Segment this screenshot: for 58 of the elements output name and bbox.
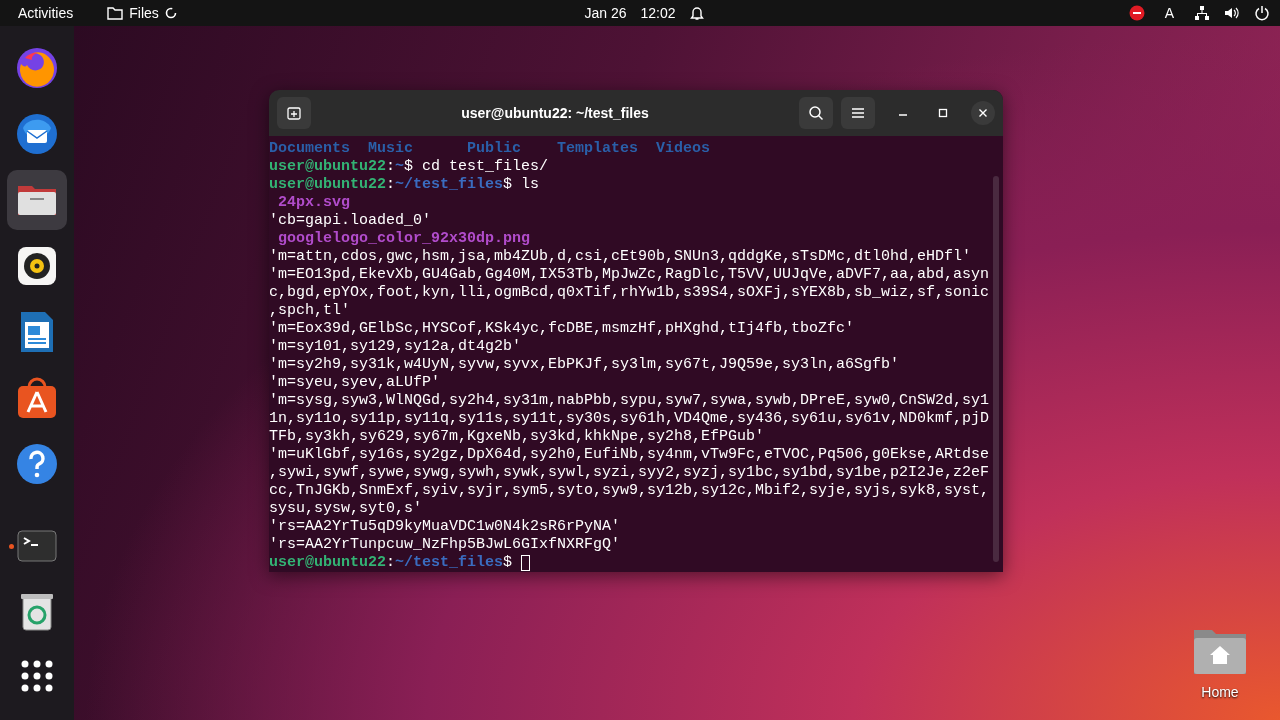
- output-line: 'rs=AA2YrTu5qD9kyMuaVDC1w0N4k2sR6rPyNA': [269, 518, 621, 536]
- file-name: 24px.svg: [277, 194, 350, 212]
- prompt-user: user@ubuntu22: [269, 176, 387, 194]
- clock-date[interactable]: Jan 26: [584, 5, 627, 21]
- search-button[interactable]: [799, 97, 833, 129]
- output-line: 'm=attn,cdos,gwc,hsm,jsa,mb4ZUb,d,csi,cEt90b,SNUn3,qddgKe,sTsDMc,dtl0hd,eHDfl': [269, 248, 972, 266]
- desktop-icon-label[interactable]: Home: [1201, 684, 1239, 700]
- output-line: 'm=sy101,sy129,sy12a,dt4g2b': [269, 338, 522, 356]
- window-title: user@ubuntu22: ~/test_files: [460, 105, 650, 121]
- power-icon: [1254, 5, 1270, 21]
- command-text: $ cd test_files/: [404, 158, 549, 176]
- close-icon: [978, 108, 988, 118]
- new-tab-icon: [286, 105, 302, 121]
- prompt-separator: :: [386, 158, 396, 176]
- prompt-path: ~/test_files: [395, 554, 504, 572]
- output-line: 'cb=gapi.loaded_0': [269, 212, 432, 230]
- dock-item[interactable]: [7, 170, 67, 230]
- file-name: googlelogo_color_92x30dp.png: [277, 230, 531, 248]
- prompt-path: ~: [395, 158, 405, 176]
- output-line: ,sywi,sywf,sywe,sywg,sywh,sywk,sywl,syzi,syy2,syzj,sy1bc,sy1bd,sy1be,p2I2Je,z2eF: [269, 464, 990, 482]
- spinner-icon: [164, 7, 177, 19]
- output-line: 'rs=AA2YrTunpcuw_NzFhp5BJwL6GIxfNXRFgQ': [269, 536, 621, 554]
- search-icon: [808, 105, 824, 121]
- prompt-separator: :: [386, 176, 396, 194]
- prompt-separator: :: [386, 554, 396, 572]
- network-icon: [1194, 5, 1210, 21]
- output-line: 'm=sy2h9,sy31k,w4UyN,syvw,syvx,EbPKJf,sy3lm,sy67t,J9Q59e,sy3ln,a6Sgfb': [269, 356, 900, 374]
- output-line: cc,TnJGKb,SnmExf,syiv,syjr,sym5,syto,syw9,sy12b,sy12c,Mbif2,syje,syjs,syk8,syst,: [269, 482, 990, 500]
- bell-icon: [689, 5, 704, 21]
- prompt-path: ~/test_files: [395, 176, 504, 194]
- output-line: sysu,sysw,syt0,s': [269, 500, 423, 518]
- command-text: $: [503, 554, 514, 572]
- output-line: 'm=syeu,syev,aLUfP': [269, 374, 441, 392]
- prompt-user: user@ubuntu22: [269, 554, 387, 572]
- command-text: $ ls: [503, 176, 540, 194]
- output-line: 'm=sysg,syw3,WlNQGd,sy2h4,sy31m,nabPbb,sypu,syw7,sywa,sywb,DPreE,syw0,CnSW2d,sy1: [269, 392, 990, 410]
- output-line: c,bgd,epYOx,foot,kyn,lli,ogmBcd,q0xTif,rhYw1b,s39S4,sOXFj,sYEX8b,sb_wiz,sf,sonic: [269, 284, 990, 302]
- new-tab-button[interactable]: [277, 97, 311, 129]
- close-button[interactable]: [971, 101, 995, 125]
- activities-button[interactable]: Activities: [18, 5, 74, 21]
- output-line: 'm=EO13pd,EkevXb,GU4Gab,Gg40M,IX53Tb,MpJwZc,RagDlc,T5VV,UUJqVe,aDVF7,aa,abd,asyn: [269, 266, 990, 284]
- output-line: 'm=Eox39d,GElbSc,HYSCof,KSk4yc,fcDBE,msmzHf,pHXghd,tIj4fb,tboZfc': [269, 320, 855, 338]
- output-line: TFb,sy3kh,sy629,sy67m,KgxeNb,sy3kd,khkNpe,sy2h8,EfPGub': [269, 428, 765, 446]
- output-line: 'm=uKlGbf,sy16s,sy2gz,DpX64d,sy2h0,EufiNb,sy4nm,vTw9Fc,eTVOC,Pq506,g0Ekse,ARtdse: [269, 446, 990, 464]
- maximize-icon: [938, 108, 948, 118]
- folder-icon: [107, 6, 124, 20]
- clock-time[interactable]: 12:02: [640, 5, 676, 21]
- output-line: 1n,sy11o,sy11p,sy11q,sy11s,sy11t,sy30s,sy61h,VD4Qme,sy436,sy61u,sy61v,ND0kmf,pjD: [269, 410, 990, 428]
- keyboard-layout[interactable]: A: [1164, 5, 1174, 21]
- app-menu-label[interactable]: Files: [129, 5, 159, 21]
- directory-listing: Documents Music Public Templates Videos: [269, 140, 711, 158]
- menu-button[interactable]: [841, 97, 875, 129]
- do-not-disturb-icon: [1128, 5, 1145, 21]
- volume-icon: [1224, 5, 1240, 21]
- scrollbar[interactable]: [993, 176, 999, 562]
- output-line: ,spch,tl': [269, 302, 350, 320]
- prompt-user: user@ubuntu22: [269, 158, 387, 176]
- menu-icon: [851, 107, 865, 119]
